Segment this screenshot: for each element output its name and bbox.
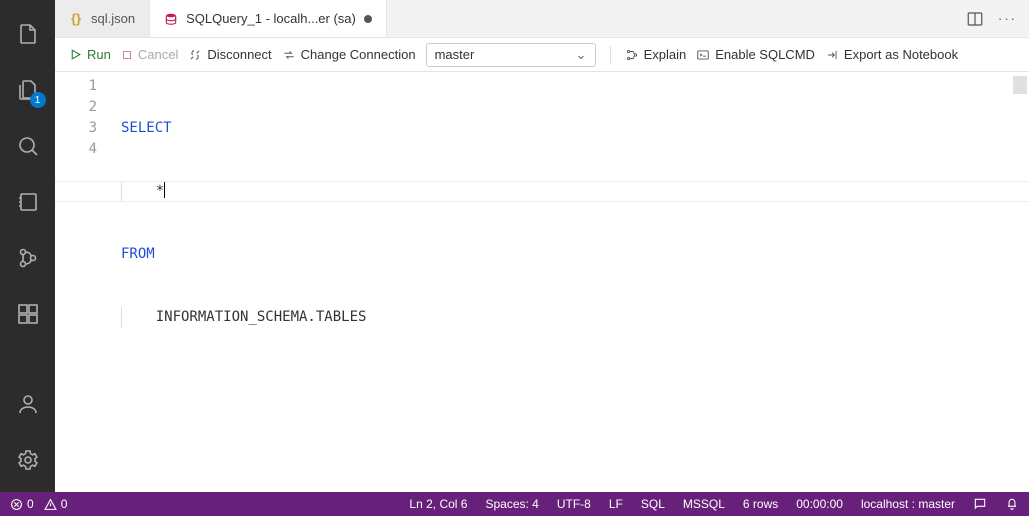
status-eol[interactable]: LF xyxy=(609,497,623,511)
cancel-button: Cancel xyxy=(121,47,178,62)
explain-button[interactable]: Explain xyxy=(625,47,687,62)
status-bell-icon[interactable] xyxy=(1005,497,1019,511)
code-editor[interactable]: 1 2 3 4 SELECT * FROM INFORMATION_SCHEMA… xyxy=(55,72,1029,492)
status-connection[interactable]: localhost : master xyxy=(861,497,955,511)
tab-sqlquery-1[interactable]: SQLQuery_1 - localh...er (sa) xyxy=(150,0,387,37)
tab-dirty-indicator xyxy=(364,15,372,23)
activity-source-control-icon[interactable] xyxy=(4,234,52,282)
tab-label: SQLQuery_1 - localh...er (sa) xyxy=(186,11,356,26)
export-notebook-button[interactable]: Export as Notebook xyxy=(825,47,958,62)
tab-sql-json[interactable]: {} sql.json xyxy=(55,0,150,37)
text-cursor xyxy=(164,182,165,198)
status-warnings[interactable]: 0 xyxy=(44,497,68,511)
more-actions-icon[interactable]: ··· xyxy=(998,11,1017,26)
status-spaces[interactable]: Spaces: 4 xyxy=(485,497,538,511)
activity-search-icon[interactable] xyxy=(4,122,52,170)
activity-settings-icon[interactable] xyxy=(4,436,52,484)
code-table: INFORMATION_SCHEMA.TABLES xyxy=(156,309,367,325)
line-gutter: 1 2 3 4 xyxy=(55,72,115,492)
sql-toolbar: Run Cancel Disconnect Change Connection … xyxy=(55,38,1029,72)
toolbar-separator xyxy=(610,46,611,64)
status-ln-col[interactable]: Ln 2, Col 6 xyxy=(409,497,467,511)
code-star: * xyxy=(156,183,164,199)
code-content[interactable]: SELECT * FROM INFORMATION_SCHEMA.TABLES xyxy=(115,72,1029,492)
database-select[interactable]: master ⌄ xyxy=(426,43,596,67)
split-editor-icon[interactable] xyxy=(966,10,984,28)
tab-label: sql.json xyxy=(91,11,135,26)
editor-group: {} sql.json SQLQuery_1 - localh...er (sa… xyxy=(55,0,1029,492)
activity-notebook-icon[interactable] xyxy=(4,178,52,226)
activity-bar: 1 xyxy=(0,0,55,492)
status-encoding[interactable]: UTF-8 xyxy=(557,497,591,511)
enable-sqlcmd-button[interactable]: Enable SQLCMD xyxy=(696,47,815,62)
minimap[interactable] xyxy=(1013,76,1027,94)
keyword-from: FROM xyxy=(121,246,155,262)
status-language[interactable]: SQL xyxy=(641,497,665,511)
status-feedback-icon[interactable] xyxy=(973,497,987,511)
activity-badge: 1 xyxy=(30,92,46,108)
activity-account-icon[interactable] xyxy=(4,380,52,428)
tabs-bar: {} sql.json SQLQuery_1 - localh...er (sa… xyxy=(55,0,1029,38)
database-select-value: master xyxy=(435,47,475,62)
status-time[interactable]: 00:00:00 xyxy=(796,497,843,511)
change-connection-button[interactable]: Change Connection xyxy=(282,47,416,62)
status-rows[interactable]: 6 rows xyxy=(743,497,778,511)
status-errors[interactable]: 0 xyxy=(10,497,34,511)
status-engine[interactable]: MSSQL xyxy=(683,497,725,511)
status-bar: 0 0 Ln 2, Col 6 Spaces: 4 UTF-8 LF SQL M… xyxy=(0,492,1029,516)
activity-explorer-icon[interactable] xyxy=(4,10,52,58)
keyword-select: SELECT xyxy=(121,120,172,136)
run-button[interactable]: Run xyxy=(69,47,111,62)
chevron-down-icon: ⌄ xyxy=(576,47,587,63)
activity-extensions-icon[interactable] xyxy=(4,290,52,338)
activity-files-icon[interactable]: 1 xyxy=(4,66,52,114)
database-icon xyxy=(164,12,178,26)
braces-icon: {} xyxy=(69,12,83,26)
disconnect-button[interactable]: Disconnect xyxy=(188,47,271,62)
